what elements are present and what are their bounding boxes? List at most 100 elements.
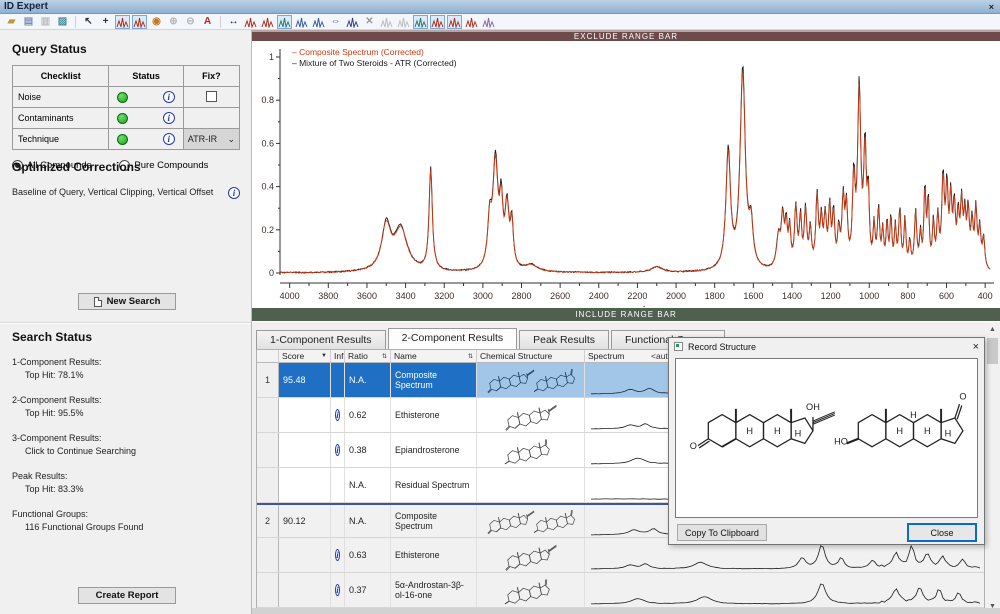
score-cell bbox=[279, 573, 331, 607]
create-report-button[interactable]: Create Report bbox=[78, 587, 176, 604]
row-info-icon[interactable]: i bbox=[335, 584, 340, 596]
status-cell: i bbox=[109, 129, 183, 150]
spectrum-view: EXCLUDE RANGE BAR 00.20.40.60.8140003800… bbox=[252, 30, 1000, 322]
ratio-cell: N.A. bbox=[345, 468, 391, 502]
item-title: Functional Groups: bbox=[12, 508, 240, 521]
query-check-row: TechniqueiATR-IR⌄ bbox=[13, 129, 240, 150]
svg-text:2200: 2200 bbox=[627, 291, 647, 301]
tab-1-component-results[interactable]: 1-Component Results bbox=[256, 330, 386, 349]
svg-text:H: H bbox=[896, 426, 903, 436]
status-info-icon[interactable]: i bbox=[163, 91, 175, 103]
histogram-icon[interactable] bbox=[345, 15, 360, 29]
document-icon bbox=[94, 297, 102, 307]
report-view-icon[interactable] bbox=[481, 15, 496, 29]
new-search-button[interactable]: New Search bbox=[78, 293, 176, 310]
optimized-corrections-heading: Optimized Corrections bbox=[12, 160, 240, 174]
scrollbar-thumb[interactable] bbox=[987, 338, 998, 364]
corrections-info-icon[interactable]: i bbox=[228, 187, 240, 199]
table-row[interactable]: i0.375α-Androstan-3β-ol-16-one bbox=[257, 573, 984, 608]
image-icon[interactable]: ▨ bbox=[55, 15, 70, 29]
open-icon[interactable]: ▰ bbox=[4, 15, 19, 29]
header-ratio[interactable]: Ratio⇅ bbox=[345, 350, 391, 363]
tab-peak-results[interactable]: Peak Results bbox=[519, 330, 609, 349]
ratio-cell: 0.63 bbox=[345, 538, 391, 572]
status-info-icon[interactable]: i bbox=[163, 133, 175, 145]
search-status-item[interactable]: Peak Results:Top Hit: 83.3% bbox=[12, 470, 240, 496]
optimized-corrections-text: Baseline of Query, Vertical Clipping, Ve… bbox=[12, 187, 213, 199]
search-status-item[interactable]: Functional Groups:116 Functional Groups … bbox=[12, 508, 240, 534]
svg-text:600: 600 bbox=[939, 291, 954, 301]
bars2-view-icon[interactable] bbox=[311, 15, 326, 29]
name-cell: 5α-Androstan-3β-ol-16-one bbox=[391, 573, 477, 607]
spectrum-box-icon[interactable] bbox=[132, 15, 147, 29]
header-info[interactable]: Info bbox=[331, 350, 345, 363]
include-range-bar[interactable]: INCLUDE RANGE BAR bbox=[252, 308, 1000, 321]
svg-text:0.2: 0.2 bbox=[261, 225, 274, 235]
sort-filter-icon[interactable]: ⇅ bbox=[382, 353, 387, 360]
svg-text:H: H bbox=[746, 426, 753, 436]
tab-2-component-results[interactable]: 2-Component Results bbox=[388, 328, 518, 349]
row-info-icon[interactable]: i bbox=[335, 409, 340, 421]
overlay-view-icon[interactable] bbox=[413, 15, 428, 29]
svg-text:2000: 2000 bbox=[666, 291, 686, 301]
bars-view-icon[interactable] bbox=[294, 15, 309, 29]
find-peaks-icon[interactable] bbox=[243, 15, 258, 29]
dialog-titlebar[interactable]: Record Structure × bbox=[669, 338, 984, 355]
item-value: Top Hit: 95.5% bbox=[12, 407, 240, 420]
svg-text:H: H bbox=[910, 410, 917, 420]
info-cell: i bbox=[331, 538, 345, 572]
fix-checkbox[interactable] bbox=[206, 91, 217, 102]
svg-text:2400: 2400 bbox=[589, 291, 609, 301]
pan-hand-icon[interactable]: ◉ bbox=[149, 15, 164, 29]
structure-canvas: OHOHHHOHOHHHH bbox=[675, 358, 978, 518]
crosshair-icon[interactable]: + bbox=[98, 15, 113, 29]
close-button[interactable]: Close bbox=[907, 523, 977, 542]
row-info-icon[interactable]: i bbox=[335, 549, 340, 561]
query-status-heading: Query Status bbox=[12, 42, 240, 56]
search-status-item[interactable]: 1-Component Results:Top Hit: 78.1% bbox=[12, 356, 240, 382]
svg-text:800: 800 bbox=[900, 291, 915, 301]
cursor-icon[interactable]: ↖ bbox=[81, 15, 96, 29]
copy-icon[interactable]: ▤ bbox=[21, 15, 36, 29]
structure-app-icon bbox=[674, 342, 683, 351]
ir-spectrum-chart[interactable]: 00.20.40.60.8140003800360034003200300028… bbox=[254, 41, 998, 307]
info-cell bbox=[331, 468, 345, 502]
annotate-icon[interactable]: A bbox=[200, 15, 215, 29]
svg-text:O: O bbox=[959, 392, 966, 402]
sort-filter-icon[interactable]: ⇅ bbox=[468, 353, 473, 360]
stack-view-icon[interactable] bbox=[277, 15, 292, 29]
scroll-up-icon[interactable]: ▲ bbox=[985, 322, 1000, 337]
window-close-icon[interactable]: × bbox=[989, 2, 994, 12]
check-label: Contaminants bbox=[13, 108, 109, 129]
search-status-item[interactable]: 2-Component Results:Top Hit: 95.5% bbox=[12, 394, 240, 420]
svg-text:1800: 1800 bbox=[705, 291, 725, 301]
svg-text:1600: 1600 bbox=[743, 291, 763, 301]
check-label: Noise bbox=[13, 87, 109, 108]
dialog-close-icon[interactable]: × bbox=[973, 341, 979, 353]
spectrum-view-icon[interactable] bbox=[115, 15, 130, 29]
search-status-item[interactable]: 3-Component Results:Click to Continue Se… bbox=[12, 432, 240, 458]
sort-filter-icon[interactable]: ▼ bbox=[321, 353, 327, 359]
row-group-number bbox=[257, 433, 279, 467]
vertical-scrollbar[interactable]: ▲ ▼ bbox=[985, 322, 1000, 614]
red-view1-icon[interactable] bbox=[430, 15, 445, 29]
technique-dropdown[interactable]: ATR-IR⌄ bbox=[184, 129, 239, 149]
copy-to-clipboard-button[interactable]: Copy To Clipboard bbox=[677, 524, 767, 541]
red-view3-icon[interactable] bbox=[464, 15, 479, 29]
header-name[interactable]: Name⇅ bbox=[391, 350, 477, 363]
red-view2-icon[interactable] bbox=[447, 15, 462, 29]
header-chemical-structure[interactable]: Chemical Structure bbox=[477, 350, 585, 363]
peaks-overlay-icon[interactable] bbox=[260, 15, 275, 29]
header-score[interactable]: Score▼ bbox=[279, 350, 331, 363]
ratio-cell: 0.62 bbox=[345, 398, 391, 432]
svg-text:cm⁻¹: cm⁻¹ bbox=[624, 305, 647, 307]
name-cell: Ethisterone bbox=[391, 398, 477, 432]
arrows-view-icon[interactable]: ⇔ bbox=[328, 15, 343, 29]
col-status: Status bbox=[109, 66, 183, 87]
exclude-range-bar[interactable]: EXCLUDE RANGE BAR bbox=[252, 30, 1000, 41]
row-info-icon[interactable]: i bbox=[335, 444, 340, 456]
expand-x-icon[interactable]: ↔ bbox=[226, 15, 241, 29]
status-info-icon[interactable]: i bbox=[163, 112, 175, 124]
name-cell: Epiandrosterone bbox=[391, 433, 477, 467]
header-rowhead[interactable] bbox=[257, 350, 279, 363]
